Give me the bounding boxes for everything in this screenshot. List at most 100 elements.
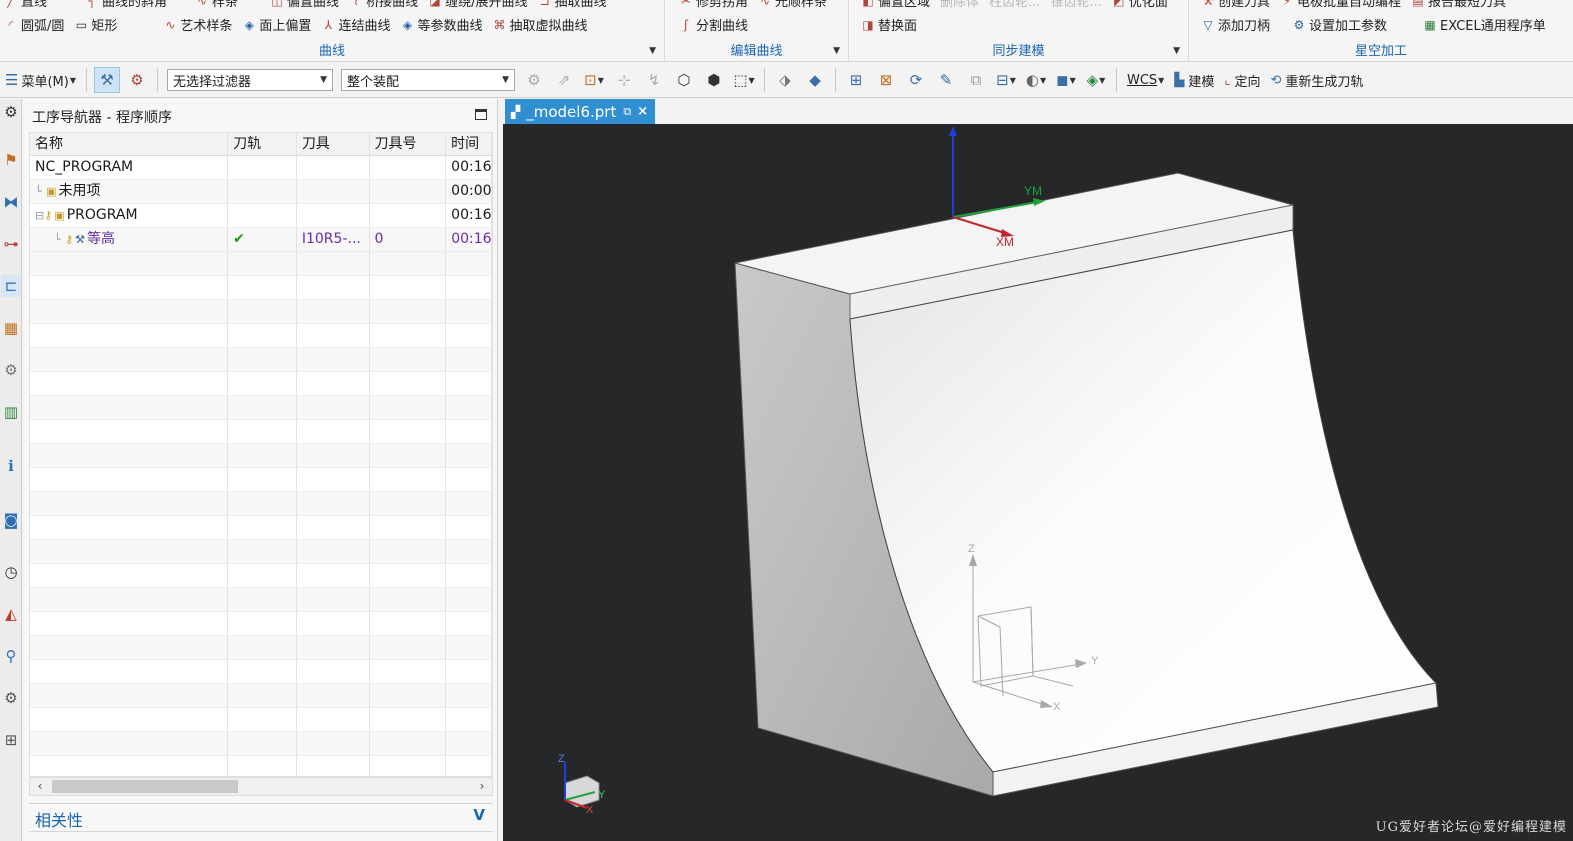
assembly-navigator-icon[interactable]: ⧓ [1,191,21,213]
roles-icon[interactable]: ⚲ [1,645,21,667]
machine-tool-icon[interactable]: ⊞ [1,729,21,751]
rectangle-button[interactable]: ▭ 矩形 [74,15,118,35]
gear-icon[interactable]: ⚙ [1,101,21,123]
table-row[interactable]: └ ⚷ ⚒ 等高 ✔ I10R5-... 0 00:16 [30,228,492,252]
web-browser-icon[interactable]: ℹ [1,455,21,477]
optimize-face-button[interactable]: ◩ 优化面 [1112,0,1168,10]
collapse-icon[interactable]: ⊟ [35,209,44,222]
dependencies-panel-header[interactable]: 相关性 V [29,803,493,830]
program-order-view-button[interactable]: ⚒ [93,67,120,93]
cube-select-button[interactable]: ⬢ [701,67,727,93]
scroll-right-icon[interactable]: › [474,778,490,795]
offset-curve-button[interactable]: ◫ 偏置曲线 [270,0,339,10]
close-icon[interactable]: × [637,104,648,119]
perspective-button[interactable]: ⧉ [963,67,989,93]
join-curve-button[interactable]: ⅄ 连结曲线 [321,15,391,35]
history-icon[interactable]: ◙ [1,509,21,531]
machine-tool-view-button[interactable]: ⚙ [124,67,150,93]
key-icon: ⚷ [65,233,74,246]
solid-view-button[interactable]: ◆ [802,67,828,93]
create-tool-button[interactable]: ⚒ 创建刀具 [1201,0,1270,10]
pan-button[interactable]: ✎ [933,67,959,93]
chevron-down-icon[interactable]: V [473,806,485,824]
tab-model6[interactable]: ▞ _model6.prt ⧉ × [505,99,655,124]
zoom-button[interactable]: ⊠ [873,67,899,93]
offset-region-button[interactable]: ◧ 偏置区域 [861,0,930,10]
selection-filter-select[interactable]: 无选择过滤器 ▼ [166,69,333,91]
eraser-button[interactable]: ⬗ [772,67,798,93]
graphics-viewport[interactable]: YM XM Z Y X Z Y X UG爱好者论坛@爱好编程建模 [503,124,1573,841]
empty-cell [297,348,370,371]
delete-body-button[interactable]: 删除体 [940,0,979,10]
snap-curve-button[interactable]: ↯ [641,67,667,93]
wrap-curve-button[interactable]: ◪ 缠绕/展开曲线 [428,0,527,10]
assembly-scope-select[interactable]: 整个装配 ▼ [340,69,515,91]
set-machining-params-button[interactable]: ⚙ 设置加工参数 [1292,15,1387,35]
operation-navigator-icon[interactable]: ⊏ [1,275,21,297]
column-header-tool[interactable]: 刀具 [297,133,370,155]
library-books-icon[interactable]: ▥ [1,401,21,423]
offset-in-face-button[interactable]: ◈ 面上偏置 [242,15,312,35]
display-mode-button[interactable]: ◼ ▼ [1053,67,1079,93]
edit-curve-expand-icon[interactable]: ▼ [833,46,840,56]
spline-button[interactable]: ∿ 样条 [195,0,238,10]
bridge-curve-button[interactable]: ≀ 桥接曲线 [349,0,418,10]
orient-button[interactable]: ⌞ 定向 [1221,67,1263,93]
smooth-spline-button[interactable]: ∿ 光顺样条 [758,0,827,10]
shortest-tool-report-button[interactable]: ▤ 报告最短刀具 [1411,0,1506,10]
curve-chamfer-button[interactable]: ┐ 曲线的斜角 [85,0,167,10]
pin-icon[interactable]: ⧉ [623,105,631,119]
sync-expand-icon[interactable]: ▼ [1173,46,1180,56]
excel-program-sheet-button[interactable]: ▦ EXCEL通用程序单 [1423,15,1545,35]
details-panel-header[interactable] [29,831,493,841]
electrode-batch-button[interactable]: ⚡ 电极批量自动编程 [1280,0,1401,10]
part-navigator-icon[interactable]: ⚑ [1,149,21,171]
extract-curve-button[interactable]: ⊐ 抽取曲线 [537,0,606,10]
column-header-toolpath[interactable]: 刀轨 [228,133,297,155]
snap-face-button[interactable]: ⇗ [551,67,577,93]
process-icon[interactable]: ⚙ [1,687,21,709]
line-button[interactable]: ╱ 直线 [4,0,47,10]
reuse-library-icon[interactable]: ⚙ [1,359,21,381]
studio-spline-button[interactable]: ∿ 艺术样条 [163,15,232,35]
isoparametric-curve-button[interactable]: ◈ 等参数曲线 [400,15,483,35]
extract-virtual-curve-button[interactable]: ⌘ 抽取虚拟曲线 [492,15,587,35]
regenerate-toolpath-button[interactable]: ⟲ 重新生成刀轨 [1267,67,1366,93]
view-triad[interactable]: Z Y X [558,753,606,816]
constraint-navigator-icon[interactable]: ⊶ [1,233,21,255]
snap-feature-button[interactable]: ⚙ [521,67,547,93]
replace-face-button[interactable]: ◨ 替换面 [861,15,917,35]
machine-navigator-icon[interactable]: ▦ [1,317,21,339]
scroll-thumb[interactable] [52,780,238,793]
divide-curve-button[interactable]: ʃ 分割曲线 [679,15,748,35]
arc-circle-button[interactable]: ◜ 圆弧/圆 [4,15,65,35]
render-style-button[interactable]: ◐ ▼ [1023,67,1049,93]
curve-group-expand-icon[interactable]: ▼ [649,46,656,56]
rectangle-select-button[interactable]: ⬚ ▼ [731,67,757,93]
menu-button[interactable]: ☰ 菜单(M) ▼ [2,67,79,93]
modeling-button[interactable]: ▙ 建模 [1171,67,1217,93]
table-row[interactable]: └ ▣ 未用项 00:00 [30,180,492,204]
fit-view-button[interactable]: ⊞ [843,67,869,93]
maximize-icon[interactable] [475,109,487,120]
polygon-select-button[interactable]: ⬡ [671,67,697,93]
scroll-left-icon[interactable]: ‹ [32,778,48,795]
wcs-button[interactable]: WCS ▼ [1124,67,1167,93]
cylindrical-gear-button[interactable]: 柱齿轮... [989,0,1040,10]
column-header-name[interactable]: 名称 [30,133,229,155]
color-button[interactable]: ◈ ▼ [1083,67,1109,93]
column-header-tool-number[interactable]: 刀具号 [370,133,447,155]
add-holder-button[interactable]: ▽ 添加刀柄 [1201,15,1270,35]
rotate-button[interactable]: ⟳ [903,67,929,93]
table-row[interactable]: NC_PROGRAM 00:16 [30,156,492,180]
snap-point-button[interactable]: ⊹ [611,67,637,93]
palette-icon[interactable]: ◭ [1,603,21,625]
horizontal-scrollbar[interactable]: ‹ › [29,777,493,796]
filter-button[interactable]: ⊡ ▼ [581,67,607,93]
trim-corner-button[interactable]: ✂ 修剪拐角 [679,0,748,10]
column-header-time[interactable]: 时间 [446,133,492,155]
bevel-gear-button[interactable]: 锥齿轮... [1050,0,1101,10]
view-orient-button[interactable]: ⊟ ▼ [993,67,1019,93]
clock-icon[interactable]: ◷ [1,561,21,583]
table-row[interactable]: ⊟⚷ ▣ PROGRAM 00:16 [30,204,492,228]
